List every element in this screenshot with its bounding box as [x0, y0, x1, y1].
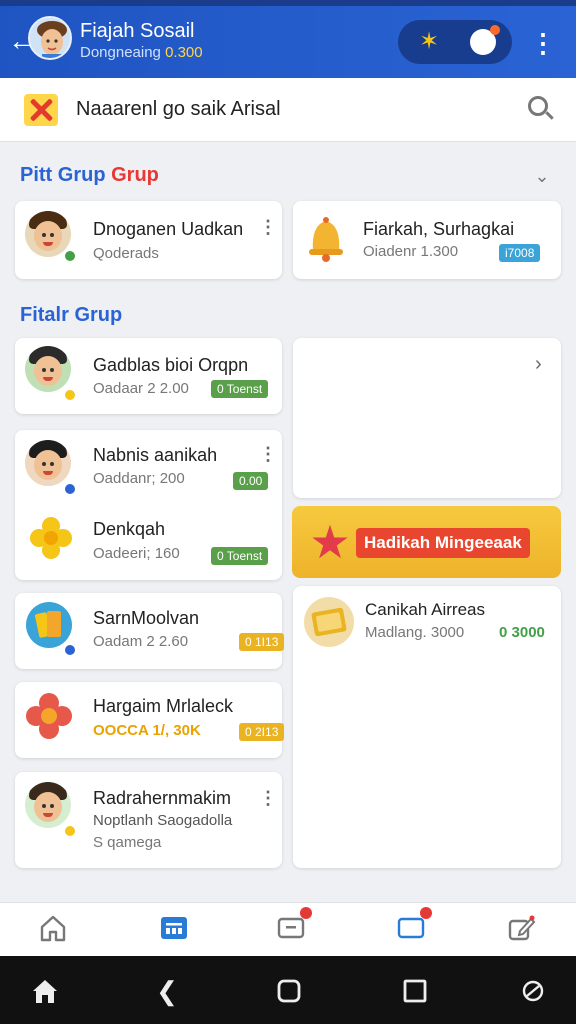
- system-home-icon[interactable]: [30, 976, 60, 1006]
- pinned-title-part-b: Grup: [111, 164, 159, 186]
- system-overview-icon[interactable]: [274, 976, 304, 1006]
- header-action-pill: ✶: [398, 20, 512, 64]
- edit-icon[interactable]: [506, 913, 536, 943]
- ticket-icon: [304, 597, 354, 647]
- sparkle-icon[interactable]: ✶: [416, 29, 442, 55]
- chat-subtitle: Dongneaing 0.300: [80, 44, 203, 61]
- profile-avatar[interactable]: [28, 16, 72, 60]
- group-name: Nabnis aanikah: [93, 445, 218, 465]
- flower-icon: [30, 517, 72, 559]
- notification-badge: [300, 907, 312, 919]
- avatar: [25, 782, 71, 828]
- status-tag: 0 Toenst: [211, 380, 269, 398]
- app-logo-icon: [24, 94, 58, 126]
- group-name: Hargaim Mrlaleck: [93, 696, 234, 716]
- pinned-section-title: Pitt Grup Grup: [20, 164, 159, 187]
- red-flower-icon: [26, 693, 72, 739]
- group-card-5[interactable]: Radrahernmakim Noptlanh Saogadolla S qam…: [15, 772, 282, 868]
- subtitle-text: Dongneaing: [80, 44, 161, 61]
- chat-title: Fiajah Sosail: [80, 20, 195, 42]
- group-name: Dnoganen Uadkan: [93, 219, 244, 239]
- avatar: [25, 346, 71, 392]
- group-meta: OOCCA 1/, 30K: [93, 722, 201, 739]
- group-meta: Noptlanh Saogadolla: [93, 812, 233, 829]
- group-card-4[interactable]: Hargaim Mrlaleck OOCCA 1/, 30K 0 2I13: [15, 682, 285, 758]
- system-assistant-icon[interactable]: [518, 976, 548, 1006]
- group-card-2[interactable]: Nabnis aanikah Oaddanr; 200 ⋮ 0.00 Denkq…: [15, 430, 282, 580]
- group-meta: Oadaar 2 2.00: [93, 380, 189, 397]
- group-name: SarnMoolvan: [93, 608, 200, 628]
- group-name: Gadblas bioi Orqpn: [93, 355, 249, 375]
- app-header: ← Fiajah Sosail Dongneaing 0.300 ✶ ⋮: [0, 6, 576, 78]
- subtitle-coin-value: 0.300: [165, 44, 203, 61]
- search-bar[interactable]: Naaarenl go saik Arisal: [0, 78, 576, 142]
- online-badge: [63, 249, 77, 263]
- more-icon[interactable]: ⋮: [259, 788, 277, 808]
- right-panel-bottom[interactable]: Canikah Airreas Madlang. 3000 0 3000: [293, 586, 561, 868]
- group-meta: Oadeeri; 160: [93, 545, 180, 562]
- pinned-card-1[interactable]: Dnoganen Uadkan Qoderads ⋮: [15, 201, 282, 279]
- gift-banner[interactable]: ★ Hadikah Mingeeaak: [292, 506, 561, 578]
- home-icon[interactable]: [38, 913, 68, 943]
- status-tag: 0 Toenst: [211, 547, 269, 565]
- item-value: 0 3000: [499, 624, 545, 641]
- more-icon[interactable]: ⋮: [259, 217, 277, 237]
- more-options-icon[interactable]: ⋮: [530, 26, 556, 60]
- banner-label: Hadikah Mingeeaak: [356, 528, 530, 558]
- group-card-1[interactable]: Gadblas bioi Orqpn Oadaar 2 2.00 0 Toens…: [15, 338, 282, 414]
- group-name: Fiarkah, Surhagkai: [363, 219, 515, 239]
- status-tag: 0.00: [233, 472, 269, 490]
- pinned-card-2[interactable]: Fiarkah, Surhagkai Oiadenr 1.300 i7008: [293, 201, 561, 279]
- verified-badge: [63, 643, 77, 657]
- group-meta: Oaddanr; 200: [93, 470, 185, 487]
- featured-section-title: Fitalr Grup: [20, 304, 123, 326]
- chevron-right-icon[interactable]: ›: [535, 354, 551, 374]
- points-tag: 0 1I13: [239, 633, 285, 651]
- star-badge: [63, 388, 77, 402]
- points-tag: i7008: [499, 244, 541, 262]
- bell-gift-icon: [309, 217, 343, 262]
- group-name: Radrahernmakim: [93, 788, 232, 808]
- group-name: Denkqah: [93, 519, 166, 539]
- pinned-title-part-a: Pitt Grup: [20, 164, 106, 186]
- group-card-3[interactable]: SarnMoolvan Oadam 2 2.60 0 1I13: [15, 593, 285, 669]
- search-text[interactable]: Naaarenl go saik Arisal: [76, 98, 281, 121]
- notification-badge: [420, 907, 432, 919]
- notification-moon-icon[interactable]: [470, 25, 500, 55]
- item-meta: Madlang. 3000: [365, 624, 465, 641]
- chevron-down-icon[interactable]: ⌄: [530, 164, 554, 188]
- group-meta-secondary: S qamega: [93, 834, 162, 851]
- messages-tab[interactable]: [276, 907, 312, 943]
- group-meta: Oiadenr 1.300: [363, 243, 459, 260]
- system-square-icon[interactable]: [400, 976, 430, 1006]
- bottom-navigation: [0, 902, 576, 956]
- points-tag: 0 2I13: [239, 723, 285, 741]
- right-panel-top[interactable]: ›: [293, 338, 561, 498]
- more-icon[interactable]: ⋮: [259, 444, 277, 464]
- books-icon: [26, 602, 72, 648]
- group-meta: Oadam 2 2.60: [93, 633, 189, 650]
- groups-tab-icon[interactable]: [159, 913, 189, 943]
- search-icon[interactable]: [528, 96, 554, 122]
- system-navigation-bar: ❮: [0, 956, 576, 1024]
- system-back-icon[interactable]: ❮: [152, 976, 182, 1006]
- notifications-tab[interactable]: [396, 907, 432, 943]
- star-icon: ★: [309, 516, 351, 568]
- group-meta: Qoderads: [93, 245, 159, 262]
- verified-badge: [63, 482, 77, 496]
- item-name: Canikah Airreas: [365, 600, 486, 619]
- avatar: [25, 440, 71, 486]
- star-badge: [63, 824, 77, 838]
